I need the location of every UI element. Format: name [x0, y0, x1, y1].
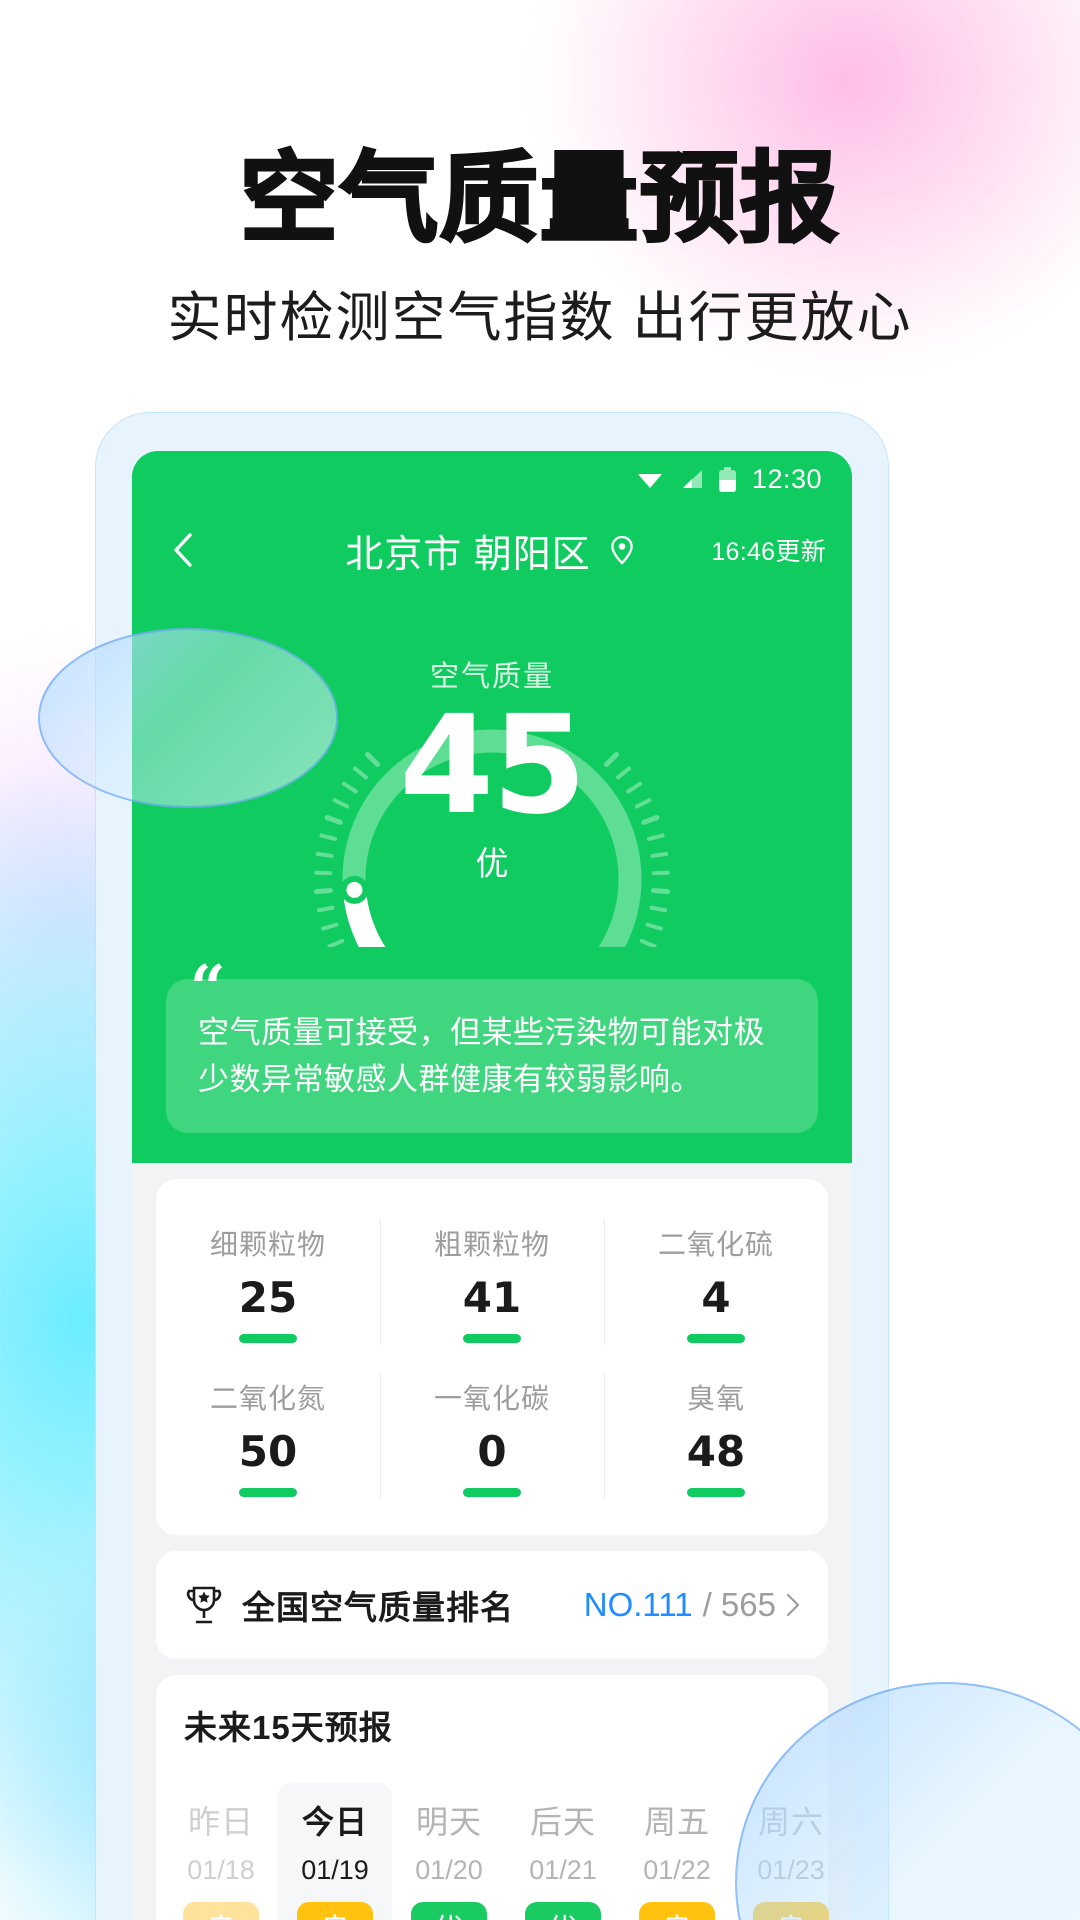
forecast-day-name: 明天 [415, 1804, 482, 1841]
pollutant-indicator-bar [239, 1334, 297, 1344]
forecast-title: 未来15天预报 [184, 1709, 393, 1747]
status-bar-time: 12:30 [751, 463, 822, 494]
pollutant-value: 25 [238, 1273, 298, 1323]
pollutant-indicator-bar [463, 1334, 521, 1344]
forecast-day-date: 01/21 [529, 1855, 597, 1886]
trophy-icon [186, 1586, 222, 1624]
pollutant-name: 粗颗粒物 [433, 1229, 550, 1261]
forecast-day[interactable]: 周五 01/22 良 [620, 1783, 734, 1920]
pollutant-row: 细颗粒物 25 粗颗粒物 41 二氧化硫 4 [156, 1205, 828, 1359]
forecast-day[interactable]: 今日 01/19 良 [278, 1783, 392, 1920]
chevron-right-icon [786, 1594, 800, 1617]
forecast-day-name: 周五 [643, 1804, 710, 1841]
forecast-day-date: 01/22 [643, 1855, 711, 1886]
forecast-day-date: 01/19 [301, 1855, 369, 1886]
pollutant-indicator-bar [687, 1488, 745, 1498]
update-time: 16:46更新 [711, 538, 826, 566]
forecast-day-list[interactable]: 昨日 01/18 良 今日 01/19 良 明天 01/20 优 后天 01/21 优 周五 01/22 良… [156, 1783, 829, 1920]
pollutant-value: 0 [477, 1427, 507, 1477]
pollutant-name: 二氧化氮 [209, 1383, 326, 1415]
forecast-day-date: 01/20 [415, 1855, 483, 1886]
forecast-level-badge: 良 [297, 1902, 373, 1920]
ranking-row[interactable]: 全国空气质量排名 NO.111 / 565 [156, 1551, 828, 1660]
aqi-value: 45 [399, 686, 586, 845]
pollutant-cell: 臭氧 48 [604, 1359, 828, 1513]
pollutant-value: 4 [701, 1273, 731, 1323]
pollutant-name: 细颗粒物 [209, 1229, 326, 1261]
forecast-level-badge: 良 [183, 1902, 259, 1920]
pollutant-indicator-bar [239, 1488, 297, 1498]
forecast-level-badge: 良 [639, 1902, 715, 1920]
forecast-card: 未来15天预报 昨日 01/18 良 今日 01/19 良 明天 01/20 优 后天 01/21 优… [156, 1675, 829, 1920]
advisory-text: 空气质量可接受，但某些污染物可能对极少数异常敏感人群健康有较弱影响。 [198, 1015, 765, 1098]
gauge-readout: 空气质量 45 优 [399, 653, 586, 886]
quote-mark-icon: “ [190, 951, 226, 1024]
pollutant-cell: 二氧化硫 4 [604, 1205, 828, 1359]
forecast-day-date: 01/18 [187, 1855, 255, 1886]
forecast-day[interactable]: 后天 01/21 优 [506, 1783, 620, 1920]
promo-text-block: 空气质量预报 实时检测空气指数 出行更放心 [0, 142, 1080, 351]
app-bar: 北京市 朝阳区 16:46更新 [132, 507, 852, 593]
pollutant-cell: 一氧化碳 0 [380, 1359, 604, 1513]
location-pin-icon [611, 535, 633, 565]
forecast-day[interactable]: 昨日 01/18 良 [164, 1783, 278, 1920]
pollutant-indicator-bar [463, 1488, 521, 1498]
back-chevron-icon [174, 533, 192, 567]
status-bar: 12:30 [132, 451, 852, 507]
forecast-day[interactable]: 明天 01/20 优 [392, 1783, 506, 1920]
page-subtitle: 实时检测空气指数 出行更放心 [167, 287, 913, 348]
pollutant-value: 48 [686, 1427, 746, 1477]
back-button[interactable] [158, 525, 208, 575]
pollutant-name: 一氧化碳 [433, 1383, 550, 1415]
pollutant-cell: 二氧化氮 50 [156, 1359, 380, 1513]
forecast-day-name: 后天 [529, 1804, 596, 1841]
wifi-icon [637, 474, 662, 488]
city-name: 北京市 朝阳区 [345, 533, 591, 576]
ranking-position: NO.111 [583, 1586, 693, 1624]
cellular-signal-icon [682, 470, 702, 488]
page-title: 空气质量预报 [238, 142, 840, 256]
content-area: 细颗粒物 25 粗颗粒物 41 二氧化硫 4 二氧化氮 50 一氧化碳 0 臭氧 48 全国空气质量… [132, 1179, 852, 1920]
ranking-value: NO.111 / 565 [584, 1586, 800, 1624]
pollutant-name: 二氧化硫 [657, 1229, 774, 1261]
pollutant-row: 二氧化氮 50 一氧化碳 0 臭氧 48 [156, 1359, 828, 1513]
forecast-day-name: 昨日 [187, 1804, 254, 1841]
forecast-level-badge: 优 [525, 1902, 601, 1920]
pollutant-cell: 粗颗粒物 41 [380, 1205, 604, 1359]
battery-icon [718, 466, 736, 492]
ranking-total: / 565 [702, 1586, 776, 1624]
pollutant-name: 臭氧 [686, 1383, 745, 1415]
pollutant-card: 细颗粒物 25 粗颗粒物 41 二氧化硫 4 二氧化氮 50 一氧化碳 0 臭氧 48 [156, 1179, 828, 1536]
pollutant-indicator-bar [687, 1334, 745, 1344]
forecast-level-badge: 优 [411, 1902, 487, 1920]
pollutant-value: 50 [238, 1427, 298, 1477]
advisory-card: “ 空气质量可接受，但某些污染物可能对极少数异常敏感人群健康有较弱影响。 [166, 957, 818, 1134]
ranking-label: 全国空气质量排名 [242, 1589, 514, 1627]
decorative-bubble-left [38, 628, 338, 808]
pollutant-cell: 细颗粒物 25 [156, 1205, 380, 1359]
pollutant-value: 41 [462, 1273, 522, 1323]
forecast-day-name: 今日 [301, 1804, 368, 1841]
